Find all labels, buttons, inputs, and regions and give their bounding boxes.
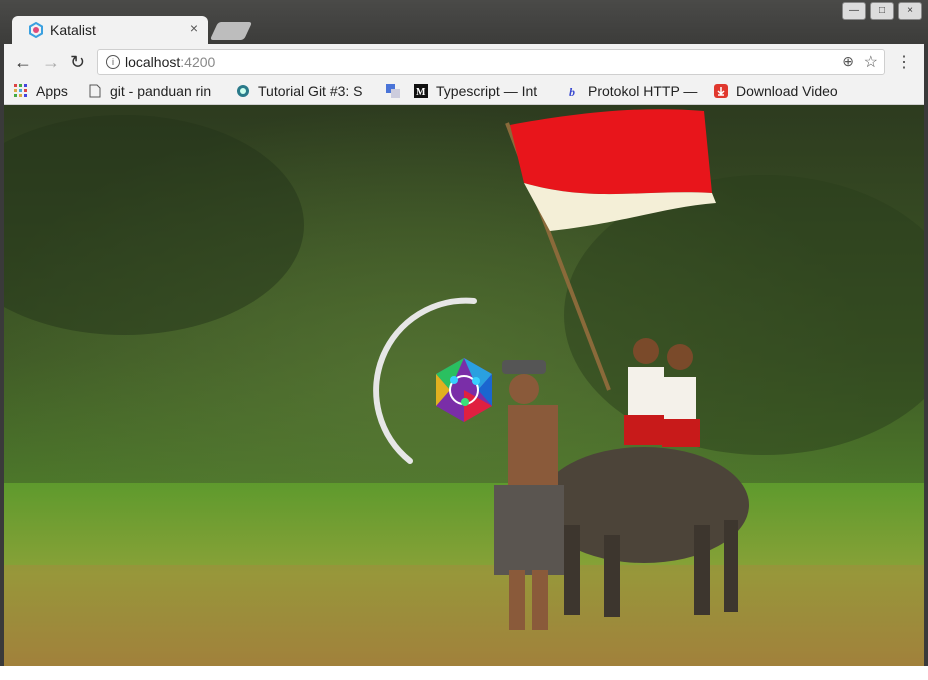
download-icon	[714, 84, 728, 98]
minimize-button[interactable]: —	[842, 2, 866, 20]
apps-icon	[14, 84, 27, 97]
bookmark-label: git - panduan rin	[110, 83, 212, 99]
b-icon: b	[569, 85, 575, 98]
url-text: localhost:4200	[125, 54, 215, 70]
flag-red-stripe	[510, 109, 712, 195]
info-icon[interactable]: i	[106, 55, 120, 69]
url-host: localhost	[125, 54, 181, 70]
window-controls: — □ ×	[842, 2, 922, 20]
child-1-shorts	[624, 415, 666, 445]
bookmark-label: Download Video	[736, 83, 838, 99]
farmer-hat	[502, 360, 546, 374]
bookmark-label: Typescript — Int	[436, 83, 538, 99]
address-bar[interactable]: i localhost:4200 ⊕ ☆	[97, 49, 885, 75]
menu-icon[interactable]: ⋮	[896, 52, 912, 72]
child-1-shirt	[628, 367, 664, 417]
bookmark-download-video[interactable]: Download Video	[714, 83, 854, 99]
zoom-icon[interactable]: ⊕	[842, 53, 854, 70]
child-2-shorts	[662, 419, 700, 447]
bookmark-translate[interactable]	[386, 83, 408, 99]
bookmark-label: Protokol HTTP —	[588, 83, 698, 99]
title-bar: Katalist × — □ ×	[0, 0, 928, 44]
globe-icon	[237, 85, 249, 97]
url-port: :4200	[180, 54, 216, 70]
page-icon	[89, 84, 101, 98]
new-tab-button[interactable]	[209, 22, 253, 40]
katalist-favicon-icon	[29, 22, 43, 38]
farmer-body	[508, 405, 558, 485]
tab-katalist[interactable]: Katalist ×	[12, 16, 208, 44]
bookmark-label: Apps	[36, 83, 68, 99]
medium-icon: M	[414, 84, 428, 98]
bookmarks-bar: Apps git - panduan rin Tutorial Git #3: …	[4, 80, 924, 105]
tab-close-icon[interactable]: ×	[190, 20, 198, 36]
bookmark-tutorial-git[interactable]: Tutorial Git #3: S	[236, 83, 376, 99]
back-icon[interactable]: ←	[14, 52, 32, 73]
reload-icon[interactable]: ↻	[70, 52, 85, 73]
bookmark-git-panduan[interactable]: git - panduan rin	[88, 83, 224, 99]
farmer-head	[509, 374, 539, 404]
browser-toolbar: ← → ↻ i localhost:4200 ⊕ ☆ ⋮	[4, 44, 924, 80]
star-icon[interactable]: ☆	[864, 52, 878, 72]
forward-icon[interactable]: →	[42, 52, 60, 73]
svg-text:M: M	[416, 87, 426, 98]
bookmark-typescript[interactable]: M Typescript — Int	[414, 83, 554, 99]
svg-text:b: b	[569, 85, 575, 98]
bookmark-protokol-http[interactable]: b Protokol HTTP —	[566, 83, 702, 99]
translate-icon	[386, 84, 400, 98]
maximize-button[interactable]: □	[870, 2, 894, 20]
window-bottom-edge	[0, 666, 928, 680]
child-2-shirt	[664, 377, 696, 421]
close-window-button[interactable]: ×	[898, 2, 922, 20]
tab-title: Katalist	[50, 22, 96, 38]
background-photo	[4, 105, 924, 666]
bookmark-apps[interactable]: Apps	[14, 83, 76, 99]
page-viewport	[4, 105, 924, 666]
farmer-shorts	[494, 485, 564, 575]
bookmark-label: Tutorial Git #3: S	[258, 83, 363, 99]
